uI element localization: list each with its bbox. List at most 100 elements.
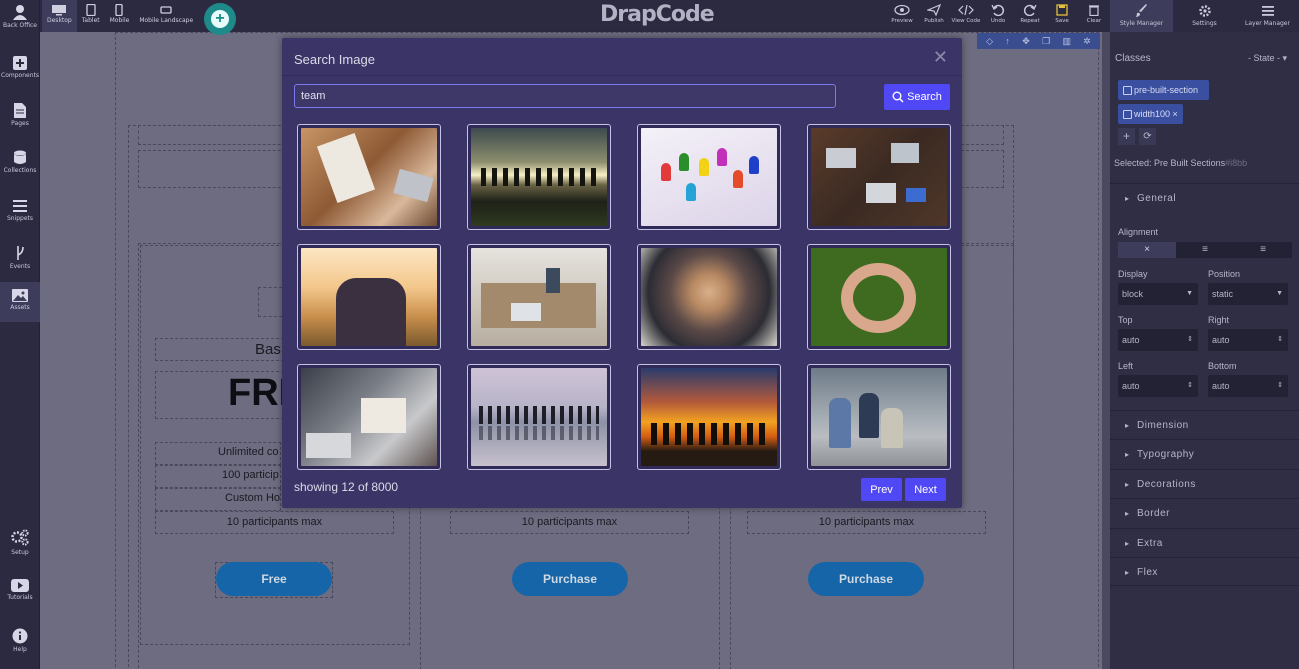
device-switcher: Desktop Tablet Mobile Mobile Landscape	[42, 0, 198, 32]
sidebar-item-events[interactable]: Events	[0, 245, 40, 279]
file-icon	[14, 103, 26, 118]
sidebar-item-snippets[interactable]: Snippets	[0, 199, 40, 233]
sidebar-item-collections[interactable]: Collections	[0, 150, 40, 184]
image-icon	[12, 289, 28, 302]
class-chip-pre-built-section[interactable]: pre-built-section ×	[1118, 80, 1209, 115]
align-right-icon[interactable]: ≡	[1234, 242, 1292, 258]
align-none-icon[interactable]: ×	[1118, 242, 1176, 258]
align-left-icon[interactable]: ≡	[1176, 242, 1234, 258]
move-icon[interactable]: ✥	[1022, 36, 1030, 47]
display-select[interactable]: block ▼	[1118, 283, 1198, 305]
sidebar-item-tutorials[interactable]: Tutorials	[0, 579, 40, 613]
stepper-icon[interactable]: ⇕	[1187, 329, 1193, 351]
repeat-button[interactable]: Repeat	[1014, 0, 1046, 32]
panel-tabs: Style Manager Settings Layer Manager	[1110, 0, 1299, 32]
sidebar-item-back-office[interactable]: Back Office	[0, 4, 40, 42]
image-result-6[interactable]	[467, 244, 611, 350]
next-button[interactable]: Next	[905, 478, 946, 501]
sidebar-item-pages[interactable]: Pages	[0, 103, 40, 137]
arrow-up-icon[interactable]: ↑	[1005, 36, 1010, 46]
view-code-label: View Code	[951, 18, 981, 24]
undo-button[interactable]: Undo	[982, 0, 1014, 32]
sidebar-label-events: Events	[9, 263, 31, 270]
image-result-1[interactable]	[297, 124, 441, 230]
select-parent-icon[interactable]: ◇	[986, 36, 993, 47]
image-result-11[interactable]	[637, 364, 781, 470]
position-label: Position	[1208, 269, 1241, 279]
right-input[interactable]: auto ⇕	[1208, 329, 1288, 351]
class-chip-width100[interactable]: width100 ×	[1118, 104, 1183, 124]
stepper-icon[interactable]: ⇕	[1277, 375, 1283, 397]
close-icon[interactable]: ✕	[933, 47, 948, 68]
tab-settings[interactable]: Settings	[1173, 0, 1236, 32]
image-search-input[interactable]	[294, 84, 836, 108]
add-component-button[interactable]: +	[204, 3, 236, 35]
device-tablet[interactable]: Tablet	[77, 0, 105, 32]
clear-button[interactable]: Clear	[1078, 0, 1110, 32]
sector-dimension[interactable]: Dimension	[1110, 410, 1299, 440]
sidebar-label-components: Components	[1, 72, 39, 79]
purchase-button-2[interactable]: Purchase	[808, 562, 924, 596]
image-result-7[interactable]	[637, 244, 781, 350]
device-mobile-landscape[interactable]: Mobile Landscape	[134, 0, 198, 32]
display-value: block	[1122, 289, 1144, 299]
sync-icon[interactable]: ⟳	[1139, 128, 1156, 145]
prev-button[interactable]: Prev	[861, 478, 902, 501]
sidebar-item-components[interactable]: Components	[0, 56, 40, 90]
sector-decorations[interactable]: Decorations	[1110, 469, 1299, 499]
image-result-3[interactable]	[637, 124, 781, 230]
action-toolbar: Preview Publish View Code Undo Repeat Sa…	[886, 0, 1110, 32]
info-icon	[12, 628, 28, 644]
image-result-9[interactable]	[297, 364, 441, 470]
sector-general[interactable]: General	[1110, 183, 1299, 214]
sidebar-label-tutorials: Tutorials	[7, 594, 33, 601]
sector-extra[interactable]: Extra	[1110, 528, 1299, 558]
tablet-icon	[86, 4, 96, 16]
image-result-10[interactable]	[467, 364, 611, 470]
position-select[interactable]: static ▼	[1208, 283, 1288, 305]
search-button[interactable]: Search	[884, 84, 950, 110]
tab-style-manager[interactable]: Style Manager	[1110, 0, 1173, 32]
tab-layer-manager[interactable]: Layer Manager	[1236, 0, 1299, 32]
purchase-button-1[interactable]: Purchase	[512, 562, 628, 596]
sector-typography[interactable]: Typography	[1110, 439, 1299, 469]
image-result-4[interactable]	[807, 124, 951, 230]
hands-stacked-photo	[301, 128, 437, 226]
undo-label: Undo	[990, 18, 1006, 24]
delete-icon[interactable]: ▥	[1062, 36, 1071, 47]
device-mobile[interactable]: Mobile	[105, 0, 135, 32]
search-icon	[892, 91, 904, 103]
stepper-icon[interactable]: ⇕	[1277, 329, 1283, 351]
save-button[interactable]: Save	[1046, 0, 1078, 32]
state-select-value: - State -	[1248, 53, 1281, 63]
copy-icon[interactable]: ❐	[1042, 36, 1050, 47]
preview-button[interactable]: Preview	[886, 0, 918, 32]
publish-label: Publish	[924, 18, 944, 24]
feature-4: 10 participants max	[226, 516, 323, 528]
chip-remove-icon[interactable]: ×	[1173, 109, 1178, 119]
sidebar-item-help[interactable]: Help	[0, 628, 40, 662]
state-select[interactable]: - State - ▾	[1244, 47, 1296, 69]
free-button[interactable]: Free	[216, 562, 332, 596]
canvas-scrollbar[interactable]	[1102, 32, 1110, 669]
stepper-icon[interactable]: ⇕	[1187, 375, 1193, 397]
layers-icon	[1261, 6, 1274, 16]
image-result-12[interactable]	[807, 364, 951, 470]
settings-icon[interactable]: ✲	[1083, 36, 1091, 47]
device-desktop[interactable]: Desktop	[42, 0, 77, 32]
image-result-2[interactable]	[467, 124, 611, 230]
image-result-8[interactable]	[807, 244, 951, 350]
sidebar-item-assets[interactable]: Assets	[0, 282, 40, 322]
selected-id: #i8bb	[1225, 158, 1248, 168]
database-icon	[14, 150, 26, 164]
add-class-button[interactable]: +	[1118, 128, 1135, 145]
top-input[interactable]: auto ⇕	[1118, 329, 1198, 351]
image-result-5[interactable]	[297, 244, 441, 350]
view-code-button[interactable]: View Code	[950, 0, 982, 32]
sidebar-item-setup[interactable]: Setup	[0, 529, 40, 563]
sector-border[interactable]: Border	[1110, 498, 1299, 528]
bottom-input[interactable]: auto ⇕	[1208, 375, 1288, 397]
publish-button[interactable]: Publish	[918, 0, 950, 32]
left-input[interactable]: auto ⇕	[1118, 375, 1198, 397]
sector-flex[interactable]: Flex	[1110, 557, 1299, 587]
